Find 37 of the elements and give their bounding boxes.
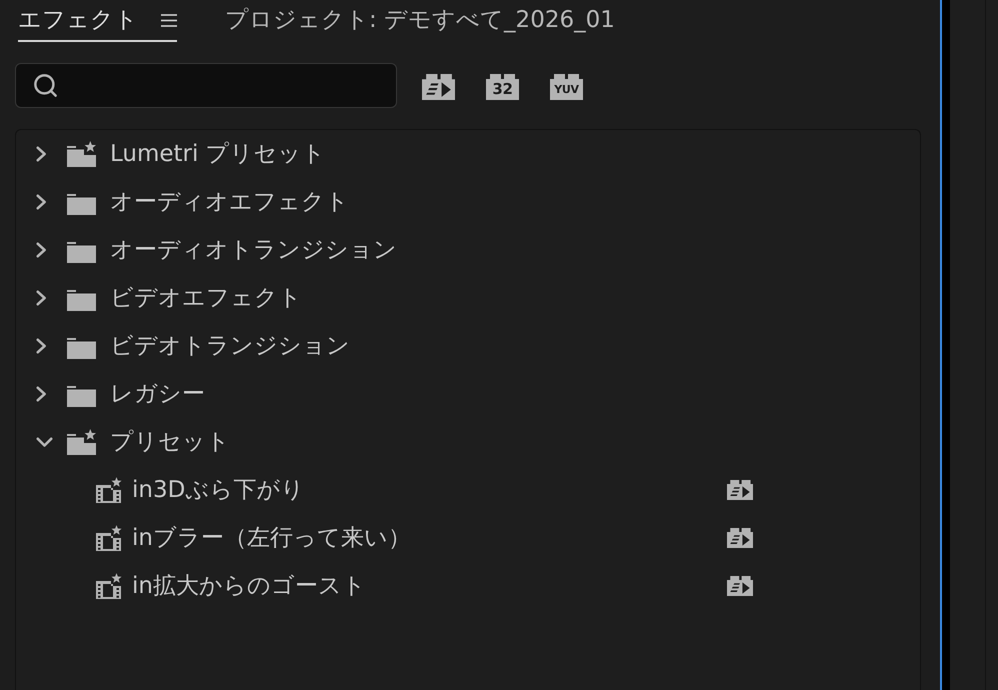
yuv-filter-toggle[interactable]: YUV [550,74,583,100]
play-tile-icon [422,74,455,100]
chevron-right-icon[interactable] [36,290,47,306]
chevron-right-icon[interactable] [36,386,47,402]
film-star-icon [96,477,122,503]
panel-tab[interactable]: プロジェクト: デモすべて_2026_01 [225,0,615,42]
chevron-right-icon[interactable] [36,242,47,258]
panel-tab[interactable]: エフェクト [18,0,177,42]
bit32-filter-toggle[interactable]: 32 [486,74,519,100]
chevron-down-icon[interactable] [36,436,53,448]
film-star-icon [96,525,122,551]
folder-icon [67,242,96,263]
folder-name[interactable]: ビデオエフェクト [110,283,302,313]
film-star-icon [96,573,122,599]
search-field[interactable] [15,63,397,108]
folder-name[interactable]: オーディオトランジション [110,235,397,265]
preset-name[interactable]: in拡大からのゴースト [132,571,366,601]
folder-name[interactable]: プリセット [110,427,230,457]
menu-icon[interactable] [161,14,177,26]
chevron-right-icon[interactable] [36,194,47,210]
folder-star-icon [67,429,96,455]
chevron-right-icon[interactable] [36,338,47,354]
folder-icon [67,194,96,215]
folder-star-icon [67,141,96,167]
preset-name[interactable]: in3Dぶら下がり [132,475,304,505]
accelerated-filter-toggle[interactable] [422,74,455,100]
folder-icon [67,290,96,311]
folder-name[interactable]: オーディオエフェクト [110,187,349,217]
folder-icon [67,386,96,407]
chevron-right-icon[interactable] [36,146,47,162]
panel-splitter[interactable] [940,0,950,690]
folder-icon [67,338,96,359]
preset-name[interactable]: inブラー（左行って来い） [132,523,411,553]
folder-name[interactable]: Lumetri プリセット [110,139,326,169]
folder-name[interactable]: レガシー [110,379,205,409]
search-icon [32,72,59,99]
folder-name[interactable]: ビデオトランジション [110,331,350,361]
